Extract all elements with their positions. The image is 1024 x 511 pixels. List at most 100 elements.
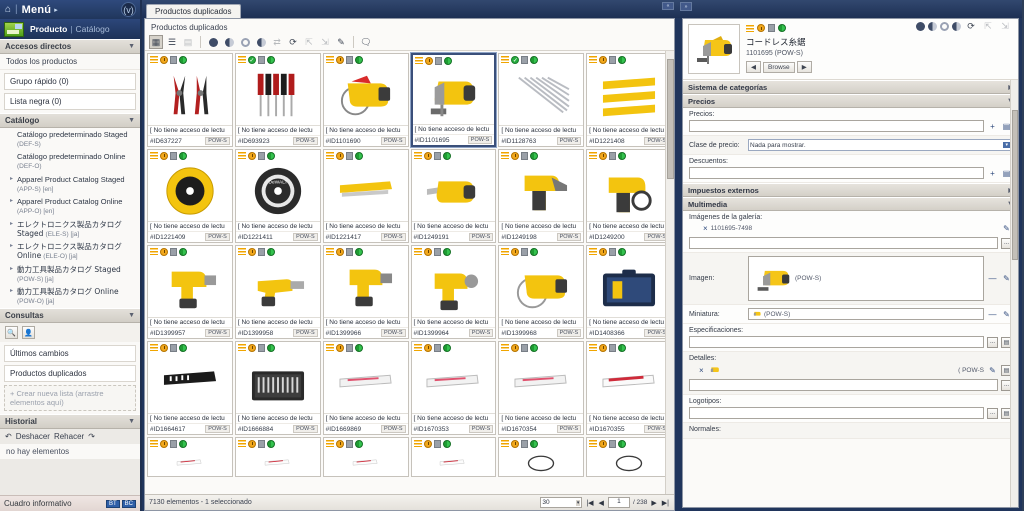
collapse-icon[interactable]: « — [662, 2, 674, 10]
product-tile[interactable]: [ No tiene acceso de lectu #ID1399966 POW-… — [322, 245, 409, 339]
product-tile[interactable]: [ No tiene acceso de lectu #ID1221408 POW-… — [586, 53, 672, 147]
browse-dots-button[interactable]: ... — [987, 336, 998, 348]
remove-icon[interactable]: × — [699, 366, 704, 375]
add-icon[interactable]: + — [987, 121, 998, 132]
menu-label[interactable]: Menú — [22, 4, 52, 16]
product-tile[interactable]: [ No tiene acceso de lectu #ID1221417 POW-… — [322, 149, 409, 243]
product-tile[interactable]: [ No tiene acceso de lectu #ID1399957 POW-… — [147, 245, 233, 339]
create-new-list[interactable]: + Crear nueva lista (arrastre elementos … — [4, 385, 136, 411]
section-consultas[interactable]: Consultas ▼ — [0, 308, 140, 323]
status-all-icon[interactable] — [206, 35, 220, 49]
sidebar-item-blacklist[interactable]: Lista negra (0) — [4, 93, 136, 110]
especificaciones-input[interactable] — [689, 336, 984, 348]
pencil-icon[interactable]: ✎ — [334, 35, 348, 49]
expand-icon[interactable]: ▸ — [10, 197, 17, 206]
pencil-icon[interactable]: ✎ — [987, 365, 998, 376]
undo-icon[interactable]: ↶ — [5, 432, 12, 441]
info-box-label[interactable]: Cuadro informativo — [4, 499, 72, 508]
chevron-down-icon[interactable]: ▼ — [128, 43, 135, 50]
expand-icon[interactable]: ▸ — [10, 242, 17, 251]
product-tile[interactable]: [ No tiene acceso de lectu #ID1101690 POW-… — [322, 53, 409, 147]
product-tile[interactable]: [ No tiene acceso de lectu #ID1221409 POW-… — [147, 149, 233, 243]
product-tile[interactable]: [ No tiene acceso de lectu #ID1664617 POW-… — [147, 341, 233, 435]
imagen-preview[interactable]: (POW-S) — [748, 256, 984, 301]
section-accesos-directos[interactable]: Accesos directos ▼ — [0, 39, 140, 54]
product-tile[interactable] — [147, 437, 233, 477]
page-size-select[interactable]: 30 ▾ — [540, 497, 583, 508]
product-tile[interactable]: [ No tiene acceso de lectu #ID1669869 POW-… — [322, 341, 409, 435]
add-icon[interactable]: + — [987, 168, 998, 179]
catalog-item[interactable]: ▸ 動力工具製品カタログ Online (POW-O) [ja] — [0, 286, 140, 309]
status-mixed-icon[interactable] — [254, 35, 268, 49]
browse-button[interactable]: Browse — [763, 61, 795, 73]
next-page-button[interactable]: ▶ — [650, 499, 657, 507]
expand-icon[interactable]: ▸ — [10, 265, 17, 274]
expand-icon[interactable]: » — [680, 2, 692, 11]
prev-page-button[interactable]: ◀ — [598, 499, 605, 507]
comment-icon[interactable]: 🗨 — [359, 35, 373, 49]
section-precios[interactable]: Precios ▼ — [683, 94, 1018, 108]
redo-button[interactable]: Rehacer — [54, 432, 84, 441]
sidebar-item-all-products[interactable]: Todos los productos — [0, 54, 140, 70]
tab-productos-duplicados[interactable]: Productos duplicados — [146, 4, 241, 18]
status-empty-icon[interactable] — [940, 21, 949, 31]
last-page-button[interactable]: ▶| — [661, 499, 670, 507]
columns-icon[interactable]: ▤ — [181, 35, 195, 49]
browse-dots-button[interactable]: ... — [987, 407, 998, 419]
galeria-input[interactable] — [689, 237, 998, 249]
product-tile[interactable]: [ No tiene acceso de lectu #ID1249198 POW-… — [498, 149, 585, 243]
status-mixed-icon[interactable] — [952, 21, 961, 31]
status-half-icon[interactable] — [928, 21, 937, 31]
search-icon[interactable]: 🔍 — [5, 326, 18, 339]
status-empty-icon[interactable] — [238, 35, 252, 49]
home-icon[interactable]: ⌂ — [5, 4, 11, 15]
grid-scrollbar[interactable] — [665, 51, 674, 494]
product-tile[interactable]: [ No tiene acceso de lectu #ID1399964 POW-… — [410, 245, 497, 339]
badge-bt[interactable]: BT — [105, 499, 120, 508]
catalog-item[interactable]: Catálogo predeterminado Staged (DEF-S) — [0, 128, 140, 151]
approve-icon[interactable]: ⇱ — [981, 19, 995, 33]
precios-input[interactable] — [689, 120, 984, 132]
descuentos-input[interactable] — [689, 167, 984, 179]
expand-icon[interactable]: ▸ — [10, 287, 17, 296]
catalog-item[interactable]: ▸ エレクトロニクス製品カタログ Staged (ELE-S) [ja] — [0, 218, 140, 241]
product-tile[interactable] — [234, 437, 321, 477]
product-tile[interactable] — [410, 437, 497, 477]
catalog-item[interactable]: ▸ Apparel Product Catalog Staged (APP-S) … — [0, 173, 140, 196]
reject-icon[interactable]: ⇲ — [318, 35, 332, 49]
remove-icon[interactable]: — — [987, 309, 998, 320]
sync-icon[interactable]: ⟳ — [286, 35, 300, 49]
catalog-item[interactable]: ▸ 動力工具製品カタログ Staged (POW-S) [ja] — [0, 263, 140, 286]
status-all-icon[interactable] — [916, 21, 925, 31]
browse-next-button[interactable]: ▶ — [796, 61, 812, 73]
chevron-down-icon[interactable]: ▼ — [128, 117, 135, 124]
breadcrumb-catalogo[interactable]: Catálogo — [76, 24, 110, 34]
product-tile[interactable]: [ No tiene acceso de lectu #ID1670353 POW-… — [410, 341, 497, 435]
section-sistema-de-categorias[interactable]: Sistema de categorías ▶ — [683, 80, 1018, 94]
catalog-item[interactable]: ▸ エレクトロニクス製品カタログ Online (ELE-O) [ja] — [0, 241, 140, 264]
menu-arrow-icon[interactable]: ▸ — [54, 6, 58, 14]
approve-icon[interactable]: ⇱ — [302, 35, 316, 49]
redo-icon[interactable]: ↷ — [88, 432, 95, 441]
product-tile[interactable]: ✓ [ No tiene acceso de lectu #ID693923 POW-… — [234, 53, 321, 147]
chevron-down-icon[interactable]: ▾ — [575, 499, 581, 506]
browse-prev-button[interactable]: ◀ — [746, 61, 761, 73]
query-item-productos-duplicados[interactable]: Productos duplicados — [4, 365, 136, 382]
detalles-input[interactable] — [689, 379, 998, 391]
product-tile[interactable] — [498, 437, 585, 477]
product-tile[interactable]: [ No tiene acceso de lectu #ID1666884 POW-… — [234, 341, 321, 435]
product-tile[interactable]: [ No tiene acceso de lectu #ID1399958 POW-… — [234, 245, 321, 339]
catalog-item[interactable]: ▸ Apparel Product Catalog Online (APP-O) … — [0, 196, 140, 219]
section-catalogo[interactable]: Catálogo ▼ — [0, 113, 140, 128]
product-tile[interactable]: [ No tiene acceso de lectu #ID1399968 POW-… — [498, 245, 585, 339]
badge-bc[interactable]: BC — [121, 499, 136, 508]
miniatura-preview[interactable]: (POW-S) — [748, 308, 984, 320]
status-half-icon[interactable] — [222, 35, 236, 49]
product-tile[interactable]: [ No tiene acceso de lectu #ID1408366 POW-… — [586, 245, 672, 339]
catalog-item[interactable]: Catálogo predeterminado Online (DEF-O) — [0, 151, 140, 174]
section-impuestos-externos[interactable]: Impuestos externos ▶ — [683, 183, 1018, 197]
user-search-icon[interactable]: 👤 — [22, 326, 35, 339]
product-tile[interactable]: [ No tiene acceso de lectu #ID1249191 POW-… — [410, 149, 497, 243]
product-tile[interactable] — [586, 437, 672, 477]
remove-icon[interactable]: × — [703, 224, 708, 233]
